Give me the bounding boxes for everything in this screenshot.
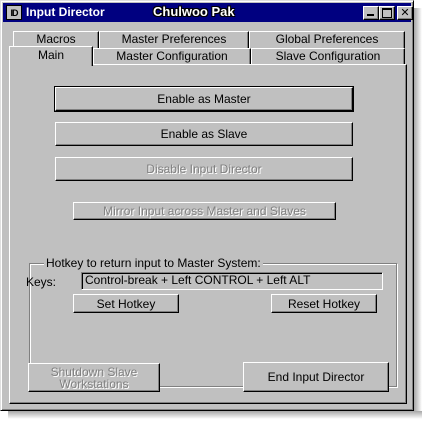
hotkey-group-title: Hotkey to return input to Master System: (44, 256, 263, 270)
close-icon: ✕ (400, 7, 410, 19)
maximize-button[interactable] (379, 6, 395, 20)
tab-main[interactable]: Main (9, 46, 93, 66)
button-label: Set Hotkey (96, 296, 156, 311)
reset-hotkey-button[interactable]: Reset Hotkey (271, 294, 377, 313)
keys-label: Keys: (26, 275, 57, 289)
tab-label: Master Preferences (121, 32, 227, 46)
set-hotkey-button[interactable]: Set Hotkey (73, 294, 179, 313)
button-label: Disable Input Director (146, 162, 262, 176)
enable-as-master-button[interactable]: Enable as Master (54, 86, 354, 112)
end-input-director-button[interactable]: End Input Director (243, 362, 389, 392)
tab-label: Global Preferences (275, 32, 379, 46)
button-label: Mirror Input across Master and Slaves (103, 204, 306, 218)
mirror-input-button[interactable]: Mirror Input across Master and Slaves (73, 202, 336, 220)
close-button[interactable]: ✕ (397, 6, 413, 20)
maximize-icon (382, 8, 392, 18)
button-label: End Input Director (267, 370, 365, 384)
app-icon[interactable]: ID (6, 5, 22, 20)
button-label: Enable as Master (157, 92, 251, 106)
button-label: Reset Hotkey (287, 296, 361, 311)
tab-label: Master Configuration (116, 49, 228, 63)
window-title: Input Director (26, 5, 105, 19)
window-shadow-right (414, 8, 422, 411)
hotkey-keys-field[interactable]: Control-break + Left CONTROL + Left ALT (81, 272, 383, 290)
shutdown-slave-workstations-button[interactable]: Shutdown Slave Workstations (28, 363, 160, 392)
button-label-line1: Shutdown Slave (50, 364, 138, 379)
title-bar[interactable]: ID Input Director Chulwoo Pak ✕ (3, 3, 413, 22)
tab-global-preferences[interactable]: Global Preferences (249, 31, 405, 48)
tab-label: Slave Configuration (275, 49, 381, 63)
tab-master-configuration[interactable]: Master Configuration (93, 48, 251, 65)
main-tab-panel: Enable as Master Enable as Slave Disable… (9, 64, 407, 404)
button-label: Enable as Slave (160, 127, 248, 141)
minimize-button[interactable] (363, 6, 379, 20)
button-label-line2: Workstations (59, 376, 129, 391)
minimize-icon (367, 14, 374, 16)
user-name: Chulwoo Pak (153, 4, 235, 19)
enable-as-slave-button[interactable]: Enable as Slave (55, 122, 353, 146)
app-window: ID Input Director Chulwoo Pak ✕ Macros M… (0, 0, 414, 411)
tab-label: Macros (36, 32, 76, 46)
window-shadow-bottom (8, 411, 422, 419)
tab-label: Main (37, 48, 64, 62)
disable-input-director-button[interactable]: Disable Input Director (55, 157, 353, 181)
tab-slave-configuration[interactable]: Slave Configuration (251, 48, 405, 65)
tab-master-preferences[interactable]: Master Preferences (99, 31, 249, 48)
